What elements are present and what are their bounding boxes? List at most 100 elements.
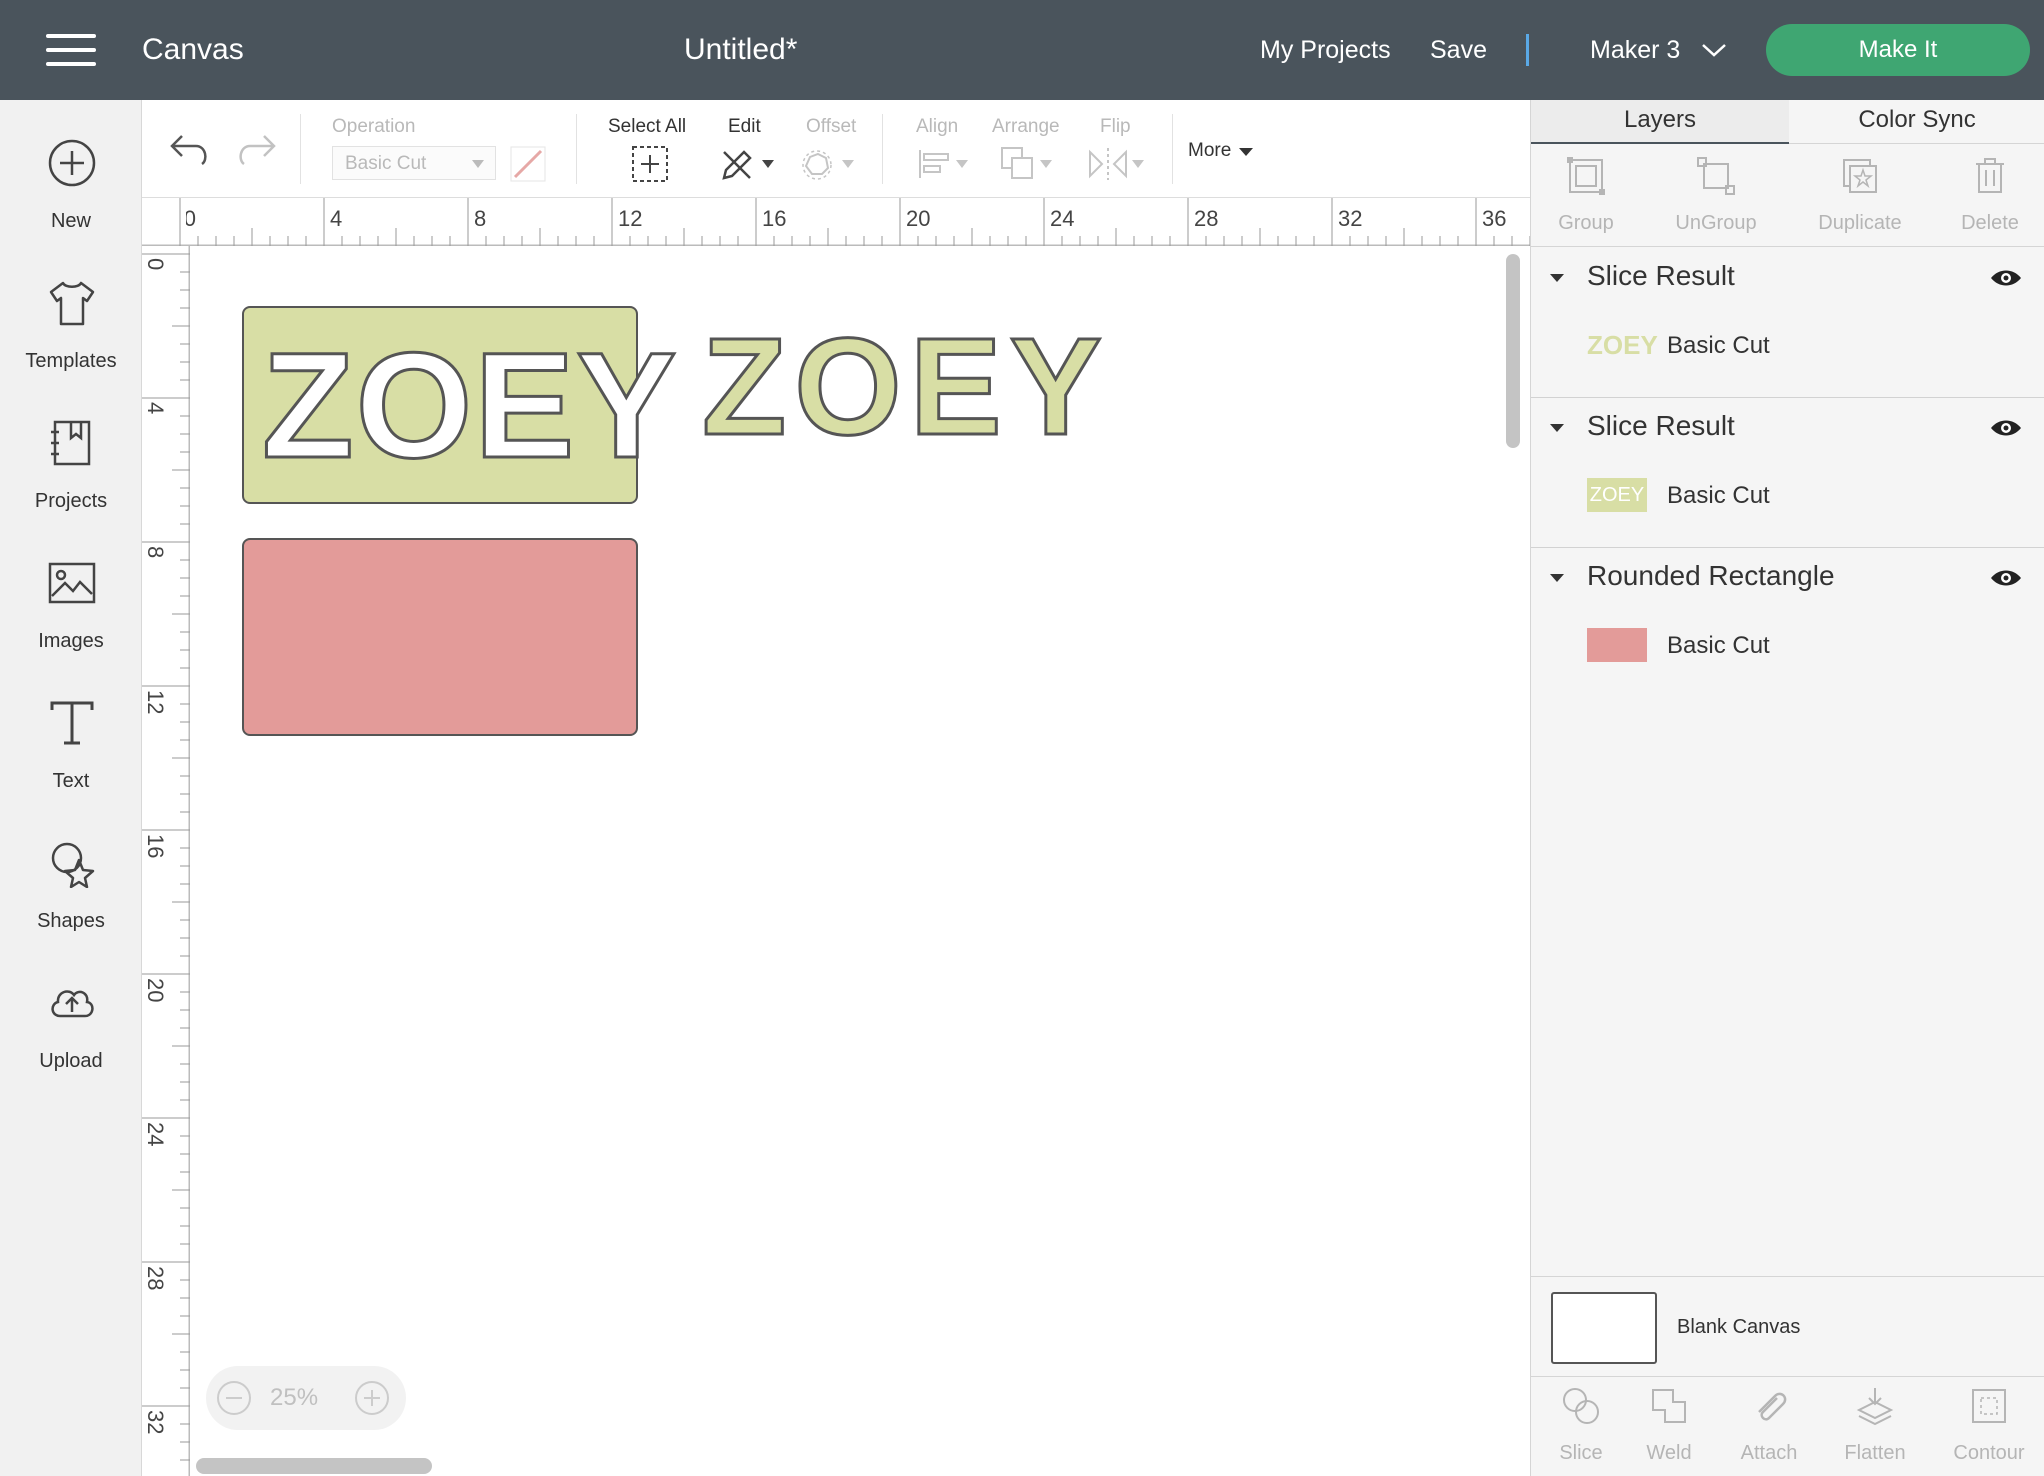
layer-operation: Basic Cut	[1667, 332, 1770, 359]
machine-select[interactable]: Maker 3	[1590, 0, 1680, 100]
edit-tools-icon[interactable]	[718, 144, 778, 184]
operation-select[interactable]: Basic Cut	[332, 146, 496, 180]
sidebar-item-templates[interactable]: Templates	[0, 270, 142, 390]
more-menu[interactable]: More	[1188, 140, 1231, 162]
zoom-out-icon[interactable]	[216, 1380, 252, 1416]
caret-down-icon	[472, 160, 484, 168]
sidebar-item-shapes[interactable]: Shapes	[0, 830, 142, 950]
color-swatch-icon[interactable]	[510, 146, 546, 182]
layer-group[interactable]: Slice Result ZOEY Basic Cut	[1531, 248, 2044, 398]
tab-color-sync[interactable]: Color Sync	[1789, 100, 2044, 144]
ruler-ticks	[142, 198, 1530, 246]
sidebar-item-projects[interactable]: Projects	[0, 410, 142, 530]
edit-toolbar: Operation Basic Cut Select All Edit Offs…	[142, 100, 1530, 198]
eye-icon[interactable]	[1989, 416, 2023, 440]
caret-down-icon[interactable]	[1549, 422, 1565, 434]
flip-icon[interactable]	[1086, 144, 1146, 184]
make-it-button[interactable]: Make It	[1766, 24, 2030, 76]
layer-operation: Basic Cut	[1667, 632, 1770, 659]
ungroup-icon	[1697, 157, 1735, 195]
select-all-label: Select All	[608, 116, 687, 137]
ruler-label: 20	[906, 206, 931, 231]
ruler-label: 0	[143, 258, 168, 271]
save-button[interactable]: Save	[1430, 0, 1487, 100]
paperclip-icon	[1758, 1392, 1787, 1421]
undo-icon[interactable]	[168, 130, 212, 166]
sidebar-item-label: Shapes	[37, 910, 105, 932]
blank-canvas-swatch[interactable]	[1551, 1292, 1657, 1364]
layer-title: Slice Result	[1587, 410, 1735, 441]
layer-operation: Basic Cut	[1667, 482, 1770, 509]
hamburger-menu-icon[interactable]	[46, 34, 96, 68]
ungroup-label: UnGroup	[1675, 212, 1757, 234]
sidebar-item-new[interactable]: New	[0, 130, 142, 250]
sidebar-item-label: Upload	[39, 1050, 103, 1072]
eye-icon[interactable]	[1989, 566, 2023, 590]
flatten-label: Flatten	[1844, 1442, 1906, 1464]
slice-result-text-white[interactable]: ZOEY	[260, 329, 678, 482]
divider	[1526, 34, 1529, 66]
slice-icon	[1563, 1388, 1599, 1424]
ruler-label: 24	[1050, 206, 1075, 231]
flip-label: Flip	[1100, 116, 1131, 137]
duplicate-label: Duplicate	[1818, 212, 1902, 234]
horizontal-ruler: 0 4 8 12 16 20 24 28 32 36	[142, 198, 1530, 246]
sidebar-item-upload[interactable]: Upload	[0, 970, 142, 1090]
zoom-in-icon[interactable]	[354, 1380, 390, 1416]
caret-down-icon[interactable]	[1549, 272, 1565, 284]
zoom-level: 25%	[270, 1384, 319, 1411]
layer-thumbnail	[1587, 628, 1647, 662]
offset-icon[interactable]	[800, 144, 860, 184]
sidebar-item-label: Templates	[25, 350, 117, 372]
edit-label: Edit	[728, 116, 761, 137]
layer-group[interactable]: Rounded Rectangle Basic Cut	[1531, 548, 2044, 698]
ruler-ticks	[142, 246, 190, 1476]
sidebar-item-label: New	[50, 210, 91, 232]
left-sidebar: New Templates Projects Images Text Shape…	[0, 100, 142, 1476]
ruler-label: 32	[143, 1410, 168, 1435]
layer-title: Slice Result	[1587, 260, 1735, 291]
duplicate-icon	[1843, 159, 1877, 193]
slice-result-text-green[interactable]: ZOEY	[701, 317, 1110, 458]
my-projects-link[interactable]: My Projects	[1260, 0, 1391, 100]
document-title[interactable]: Untitled*	[684, 0, 797, 100]
text-icon	[50, 701, 94, 745]
ruler-label: 32	[1338, 206, 1363, 231]
ruler-label: 12	[143, 690, 168, 715]
image-icon	[48, 562, 96, 604]
ruler-label: 12	[618, 206, 643, 231]
layers-panel: Layers Color Sync Group UnGroup Duplicat…	[1530, 100, 2044, 1476]
ruler-label: 8	[143, 546, 168, 559]
chevron-down-icon[interactable]	[1700, 40, 1728, 60]
sidebar-item-images[interactable]: Images	[0, 550, 142, 670]
blank-canvas-label: Blank Canvas	[1677, 1316, 1801, 1338]
rounded-rectangle[interactable]	[242, 538, 638, 736]
sidebar-item-label: Images	[38, 630, 104, 652]
tab-layers[interactable]: Layers	[1531, 100, 1789, 144]
zoom-control: 25%	[206, 1366, 406, 1430]
align-icon[interactable]	[914, 144, 974, 184]
vertical-scrollbar[interactable]	[1506, 254, 1520, 448]
layer-group[interactable]: Slice Result ZOEY Basic Cut	[1531, 398, 2044, 548]
ruler-label: 16	[762, 206, 787, 231]
tshirt-icon	[49, 281, 95, 326]
select-all-icon[interactable]	[630, 144, 670, 184]
ruler-label: 24	[143, 1122, 168, 1147]
redo-icon[interactable]	[234, 130, 278, 166]
caret-down-icon[interactable]	[1549, 572, 1565, 584]
arrange-icon[interactable]	[998, 144, 1058, 184]
sidebar-item-text[interactable]: Text	[0, 690, 142, 810]
layer-thumbnail: ZOEY	[1587, 330, 1658, 360]
ruler-label: 28	[1194, 206, 1219, 231]
design-canvas[interactable]: ZOEY ZOEY 25%	[190, 246, 1530, 1476]
app-name: Canvas	[142, 33, 244, 66]
slice-label: Slice	[1559, 1442, 1603, 1464]
plus-circle-icon	[48, 139, 96, 187]
operation-value: Basic Cut	[345, 153, 427, 174]
eye-icon[interactable]	[1989, 266, 2023, 290]
horizontal-scrollbar[interactable]	[196, 1458, 432, 1474]
trash-icon	[1976, 158, 2004, 193]
top-bar: Canvas Untitled* My Projects Save Maker …	[0, 0, 2044, 100]
contour-icon	[1972, 1389, 2006, 1423]
operation-label: Operation	[332, 116, 416, 137]
